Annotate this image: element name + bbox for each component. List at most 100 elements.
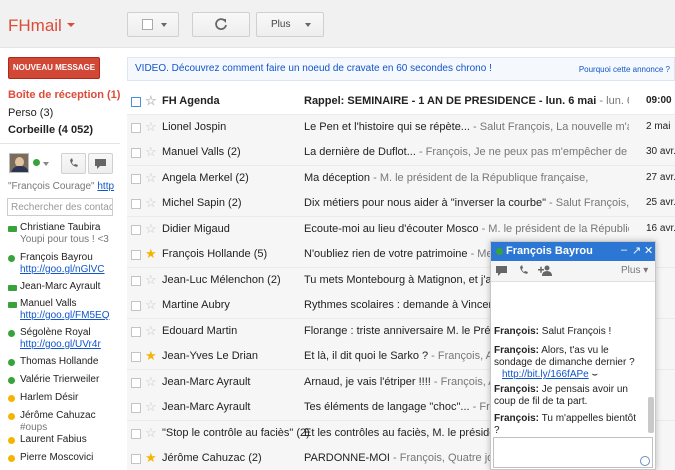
email-snippet: - François, Ac: [428, 350, 499, 362]
star-icon[interactable]: ☆: [145, 222, 157, 235]
contact-name: Thomas Hollande: [20, 356, 99, 367]
row-checkbox[interactable]: [131, 224, 141, 235]
ad-banner: VIDEO. Découvrez comment faire un noeud …: [127, 57, 675, 81]
row-checkbox[interactable]: [131, 326, 141, 337]
status-text: "François Courage": [8, 181, 95, 192]
contact-name: Valérie Trierweiler: [20, 374, 100, 385]
emoji-icon[interactable]: [640, 456, 650, 466]
email-sender: Jean-Luc Mélenchon (2): [162, 273, 281, 286]
star-icon[interactable]: ☆: [145, 426, 157, 439]
row-checkbox[interactable]: [131, 122, 141, 133]
row-checkbox[interactable]: [131, 377, 141, 388]
email-sender: Jérôme Cahuzac (2): [162, 452, 262, 464]
email-sender: Martine Aubry: [162, 299, 230, 311]
chat-message: François: Je pensais avoir un coup de fi…: [494, 384, 644, 408]
video-icon[interactable]: [496, 265, 507, 279]
table-row[interactable]: ☆ Angela Merkel (2) Ma déception - M. le p…: [127, 165, 675, 192]
email-subject: Florange : triste anniversaire M. le Pré…: [304, 324, 520, 337]
my-status-message[interactable]: "François Courage" http: [8, 181, 114, 192]
chat-more-menu[interactable]: Plus ▾: [621, 265, 648, 276]
star-icon[interactable]: ★: [145, 349, 157, 362]
select-all-button[interactable]: [127, 12, 179, 37]
email-sender: Jean-Marc Ayrault: [162, 401, 251, 413]
contact-status: Youpi pour tous ! <3: [20, 234, 109, 245]
row-checkbox[interactable]: [131, 428, 141, 439]
table-row[interactable]: ☆ Manuel Valls (2) La dernière de Duflot..…: [127, 140, 675, 166]
contact-status-link[interactable]: http://goo.gl/nGlVC: [20, 264, 105, 275]
nav-perso[interactable]: Perso (3): [8, 107, 53, 119]
status-dot-icon: [8, 255, 15, 262]
add-person-icon[interactable]: [538, 265, 554, 279]
star-icon[interactable]: ☆: [145, 196, 157, 209]
ad-why-link[interactable]: Pourquoi cette annonce ?: [579, 65, 670, 74]
row-checkbox[interactable]: [131, 148, 141, 158]
row-checkbox[interactable]: [131, 301, 141, 311]
star-icon[interactable]: ☆: [145, 375, 157, 388]
row-checkbox[interactable]: [131, 403, 141, 413]
email-subject-line: Rappel: SEMINAIRE - 1 AN DE PRESIDENCE -…: [304, 95, 629, 107]
row-checkbox[interactable]: [131, 275, 141, 286]
chat-button[interactable]: [88, 153, 113, 174]
row-checkbox[interactable]: [131, 97, 141, 107]
row-checkbox[interactable]: [131, 454, 141, 464]
status-link[interactable]: http: [97, 181, 114, 192]
email-sender: Lionel Jospin: [162, 120, 227, 133]
divider: [0, 143, 120, 144]
email-date: 09:00: [646, 95, 672, 106]
email-snippet: - François, Je ne peux pas m'empêcher de…: [418, 146, 629, 158]
email-subject: Arnaud, je vais l'étriper !!!!: [304, 375, 431, 388]
chat-link[interactable]: http://bit.ly/166fAPe: [502, 369, 589, 380]
chat-author: François:: [494, 384, 540, 395]
call-button[interactable]: [61, 153, 86, 174]
chevron-down-icon: [66, 22, 75, 27]
table-row[interactable]: ☆ Didier Migaud Ecoute-moi au lieu d'écout…: [127, 216, 675, 243]
status-dot-icon[interactable]: [33, 159, 40, 166]
avatar[interactable]: [9, 153, 29, 173]
contact-name: Ségolène Royal: [20, 327, 91, 338]
chat-input[interactable]: [493, 437, 653, 468]
star-icon[interactable]: ★: [145, 451, 157, 464]
star-icon[interactable]: ☆: [145, 400, 157, 413]
chat-bubble-icon: [95, 159, 106, 169]
nav-trash[interactable]: Corbeille (4 052): [8, 124, 93, 136]
more-actions-button[interactable]: Plus: [256, 12, 324, 37]
star-icon[interactable]: ☆: [145, 94, 157, 107]
star-icon[interactable]: ☆: [145, 120, 157, 133]
compose-button[interactable]: NOUVEAU MESSAGE: [8, 57, 100, 79]
chat-scrollbar[interactable]: [648, 397, 654, 433]
contact-search-input[interactable]: [7, 198, 113, 216]
chat-author: François:: [494, 326, 540, 337]
star-icon[interactable]: ☆: [145, 171, 157, 184]
ad-link[interactable]: VIDEO. Découvrez comment faire un noeud …: [135, 63, 492, 74]
close-icon[interactable]: ✕: [644, 244, 653, 257]
nav-inbox[interactable]: Boîte de réception (1): [8, 89, 120, 101]
table-row[interactable]: ☆ Michel Sapin (2) Dix métiers pour nous a…: [127, 191, 675, 217]
chat-author: François:: [494, 413, 540, 424]
chevron-down-icon[interactable]: [43, 162, 49, 166]
star-icon[interactable]: ★: [145, 247, 157, 260]
chat-header[interactable]: François Bayrou – ↗ ✕: [491, 242, 655, 261]
row-checkbox[interactable]: [131, 173, 141, 184]
row-checkbox[interactable]: [131, 352, 141, 362]
refresh-button[interactable]: [192, 12, 250, 37]
star-icon[interactable]: ☆: [145, 273, 157, 286]
row-checkbox[interactable]: [131, 199, 141, 209]
star-icon[interactable]: ☆: [145, 145, 157, 158]
table-row[interactable]: ☆ FH Agenda Rappel: SEMINAIRE - 1 AN DE PR…: [127, 89, 675, 115]
phone-icon[interactable]: [518, 265, 529, 279]
star-icon[interactable]: ☆: [145, 298, 157, 311]
email-date: 25 avr.: [646, 197, 675, 208]
table-row[interactable]: ☆ Lionel Jospin Le Pen et l'histoire qui s…: [127, 114, 675, 141]
video-icon: [8, 302, 17, 308]
star-icon[interactable]: ☆: [145, 324, 157, 337]
minimize-icon[interactable]: –: [621, 244, 627, 256]
video-icon: [8, 226, 17, 232]
email-subject: Et les contrôles au faciès, M. le présid…: [304, 426, 514, 439]
row-checkbox[interactable]: [131, 250, 141, 260]
contact-status-link[interactable]: http://goo.gl/UVr4r: [20, 339, 101, 350]
popout-icon[interactable]: ↗: [632, 244, 641, 257]
email-sender: Angela Merkel (2): [162, 171, 249, 184]
email-snippet: - Salut François,: [545, 197, 629, 209]
app-logo-menu[interactable]: FHmail: [8, 16, 75, 36]
contact-status-link[interactable]: http://goo.gl/FM5EQ: [20, 310, 110, 321]
